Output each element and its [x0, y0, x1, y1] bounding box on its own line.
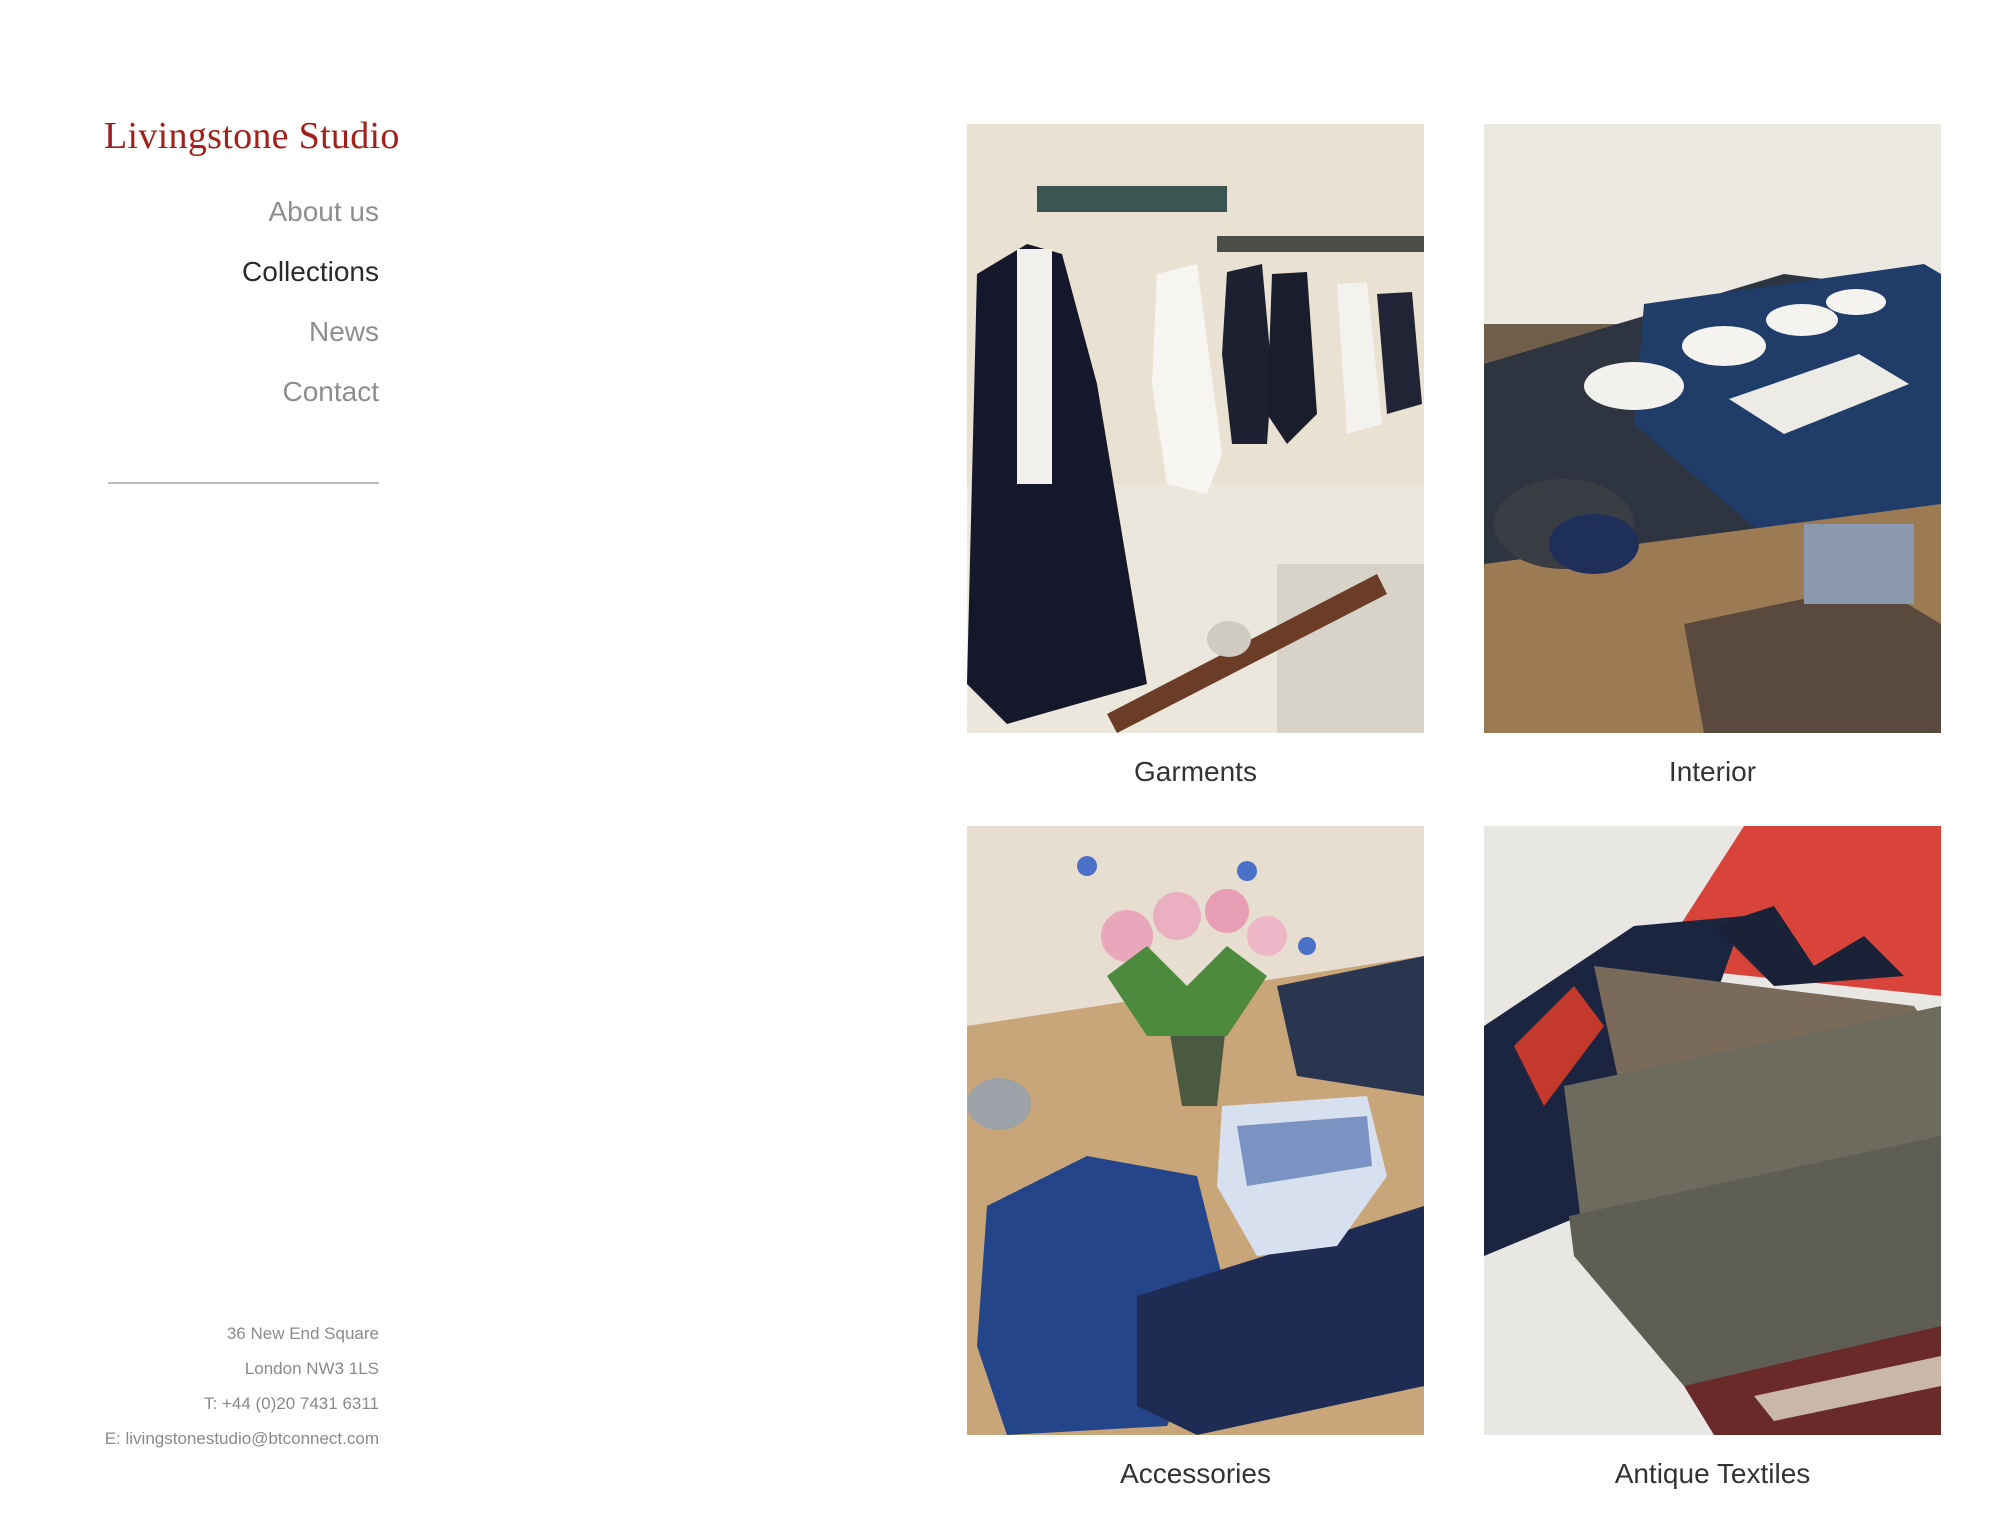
garments-photo[interactable]: [967, 124, 1424, 733]
collection-card-garments[interactable]: Garments: [967, 124, 1424, 789]
sidebar-divider: [108, 482, 379, 484]
address-line-2: London NW3 1LS: [244, 1359, 379, 1378]
collection-label-interior[interactable]: Interior: [1484, 755, 1941, 789]
nav-item-news[interactable]: News: [104, 302, 379, 362]
email-address: E: livingstonestudio@btconnect.com: [104, 1429, 379, 1448]
phone-number: T: +44 (0)20 7431 6311: [203, 1394, 379, 1413]
nav-item-contact[interactable]: Contact: [104, 362, 380, 422]
sidebar: Livingstone Studio About us Collections …: [104, 112, 399, 422]
collection-card-interior[interactable]: Interior: [1484, 124, 1941, 789]
address-line-1: 36 New End Square: [226, 1324, 379, 1343]
collection-label-garments[interactable]: Garments: [967, 755, 1424, 789]
collection-label-antique-textiles[interactable]: Antique Textiles: [1484, 1457, 1941, 1491]
collection-card-accessories[interactable]: Accessories: [967, 826, 1424, 1491]
main-nav: About us Collections News Contact: [104, 182, 379, 422]
site-logo[interactable]: Livingstone Studio: [104, 112, 399, 160]
contact-details: 36 New End Square London NW3 1LS T: +44 …: [60, 1316, 379, 1456]
antique-textiles-photo[interactable]: [1484, 826, 1941, 1435]
collection-label-accessories[interactable]: Accessories: [967, 1457, 1424, 1491]
nav-item-collections[interactable]: Collections: [104, 242, 379, 302]
nav-item-about-us[interactable]: About us: [104, 182, 379, 242]
accessories-photo[interactable]: [967, 826, 1424, 1435]
collection-card-antique-textiles[interactable]: Antique Textiles: [1484, 826, 1941, 1491]
interior-photo[interactable]: [1484, 124, 1941, 733]
